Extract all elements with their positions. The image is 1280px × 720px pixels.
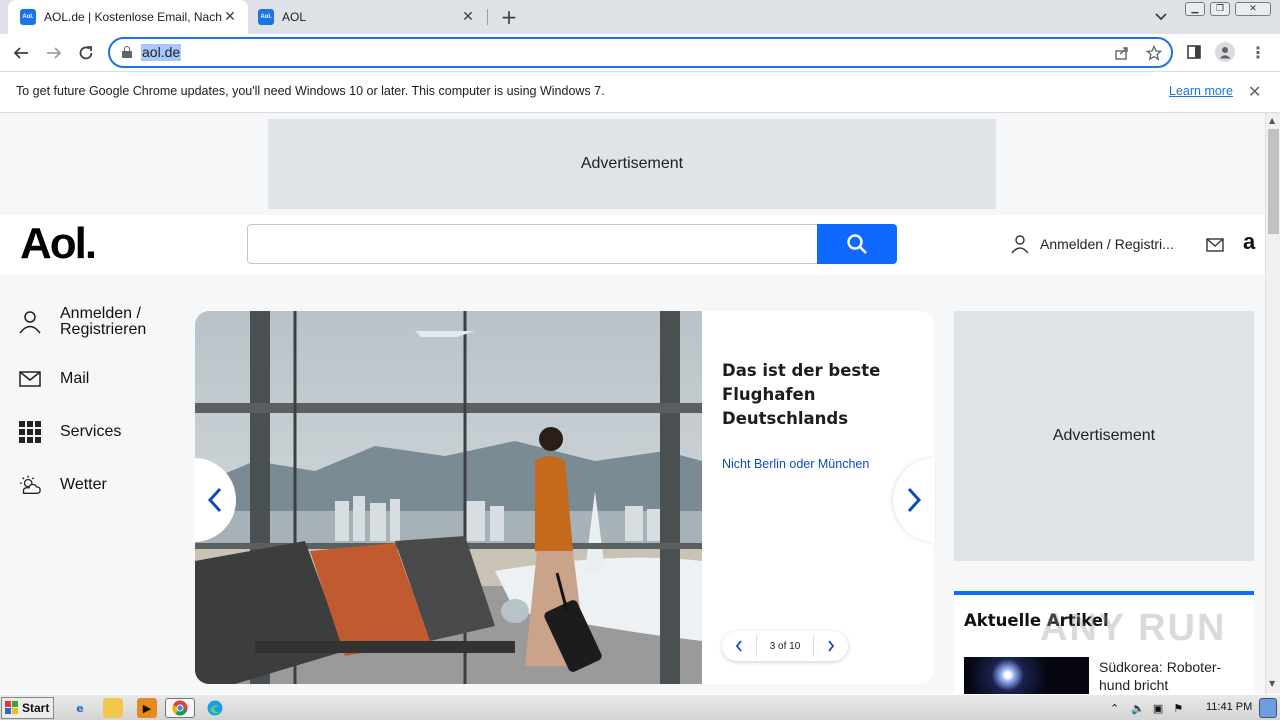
file-explorer-icon[interactable] (103, 698, 123, 718)
sidebar-item-login[interactable]: Anmelden / Registrieren (18, 306, 170, 338)
tab-title: AOL (282, 10, 307, 24)
sidebar-label-weather: Wetter (60, 476, 107, 493)
back-arrow-icon (13, 47, 28, 59)
system-tray: ⌃ 🔈 ▣ ⚑ (1100, 697, 1280, 719)
carousel-pager: 3 of 10 (722, 631, 848, 661)
tab-aol[interactable]: Aol. AOL ✕ (250, 0, 486, 34)
internet-explorer-icon[interactable]: e (70, 698, 90, 718)
menu-kebab-icon[interactable]: ⋮ (1248, 42, 1268, 62)
forward-button[interactable] (42, 41, 66, 65)
address-bar[interactable]: aol.de (108, 37, 1173, 68)
aol-logo[interactable]: Aol. (20, 219, 97, 269)
update-infobar: To get future Google Chrome updates, you… (0, 71, 1280, 113)
learn-more-link[interactable]: Learn more (1169, 84, 1233, 98)
chevron-right-icon (828, 640, 835, 652)
top-advertisement[interactable]: Advertisement (268, 119, 996, 209)
forward-arrow-icon (47, 47, 62, 59)
carousel-headline[interactable]: Das ist der beste Flughafen Deutschlands (722, 359, 912, 431)
chevron-left-icon (207, 487, 222, 513)
windows-logo-icon (5, 701, 18, 714)
side-panel-icon[interactable] (1184, 42, 1204, 62)
infobar-message: To get future Google Chrome updates, you… (16, 84, 605, 98)
close-window-button[interactable]: ✕ (1235, 2, 1271, 16)
sidebar-item-mail[interactable]: Mail (18, 367, 89, 391)
page-scrollbar[interactable]: ▲ ▼ (1265, 113, 1280, 694)
sidebar-label-login: Anmelden / Registrieren (60, 305, 147, 338)
share-icon[interactable] (1113, 44, 1131, 62)
aol-favicon: Aol. (258, 9, 274, 25)
start-button[interactable]: Start (1, 697, 54, 719)
bookmark-star-icon[interactable] (1145, 44, 1163, 62)
close-tab-icon[interactable]: ✕ (222, 9, 238, 25)
sidebar-label-mail: Mail (60, 370, 90, 387)
action-center-flag-icon[interactable]: ⚑ (1173, 702, 1183, 715)
news-carousel: Das ist der beste Flughafen Deutschlands… (195, 311, 934, 684)
header-mail-icon[interactable] (1206, 237, 1224, 256)
scroll-down-arrow-icon[interactable]: ▼ (1269, 679, 1275, 688)
network-icon[interactable]: ▣ (1153, 702, 1163, 715)
anyrun-watermark: ANY RUN (1040, 607, 1227, 649)
back-button[interactable] (9, 41, 33, 65)
pager-count: 3 of 10 (756, 635, 814, 657)
reload-icon (79, 46, 93, 60)
pager-next-button[interactable] (814, 631, 848, 661)
chevron-left-icon (735, 640, 742, 652)
chrome-taskbar-button[interactable] (165, 698, 195, 718)
article-title[interactable]: Südkorea: Roboter-hund bricht (1099, 658, 1239, 694)
tab-title: AOL.de | Kostenlose Email, Nachrichten (44, 10, 222, 24)
search-input[interactable] (247, 224, 818, 264)
reload-button[interactable] (74, 41, 98, 65)
tab-search-chevron-icon[interactable] (1152, 8, 1170, 26)
amazon-icon[interactable]: a (1243, 229, 1255, 255)
scroll-up-arrow-icon[interactable]: ▲ (1269, 116, 1275, 125)
restore-window-button[interactable]: ❐ (1210, 2, 1230, 16)
chevron-right-icon (907, 487, 922, 513)
search-icon (847, 234, 867, 254)
profile-avatar-icon[interactable] (1215, 42, 1235, 62)
infobar-close-icon[interactable]: ✕ (1248, 82, 1261, 101)
tab-separator (487, 9, 488, 25)
show-desktop-icon[interactable] (1259, 698, 1277, 718)
site-header: Aol. Anmelden / Registri... a (0, 215, 1265, 275)
grid-icon (18, 420, 42, 444)
scrollbar-thumb[interactable] (1268, 129, 1279, 234)
aol-favicon: Aol. (20, 9, 36, 25)
tray-expand-icon[interactable]: ⌃ (1110, 702, 1119, 715)
edge-icon[interactable] (205, 698, 225, 718)
volume-icon[interactable]: 🔈 (1131, 702, 1145, 715)
url-text[interactable]: aol.de (141, 44, 182, 61)
new-tab-button[interactable]: + (498, 5, 520, 29)
article-thumbnail[interactable] (964, 657, 1089, 694)
side-advertisement[interactable]: Advertisement (954, 311, 1254, 561)
carousel-photo[interactable] (195, 311, 702, 684)
close-tab-icon[interactable]: ✕ (460, 9, 476, 25)
mail-icon (18, 367, 42, 391)
search-button[interactable] (817, 224, 897, 264)
pager-prev-button[interactable] (722, 631, 756, 661)
windows-taskbar: Start e ▶ ⌃ 🔈 ▣ ⚑ 11:41 PM (0, 694, 1280, 720)
tab-aol-de[interactable]: Aol. AOL.de | Kostenlose Email, Nachrich… (8, 0, 248, 34)
tab-strip: Aol. AOL.de | Kostenlose Email, Nachrich… (0, 0, 1280, 34)
taskbar-clock[interactable]: 11:41 PM (1206, 701, 1252, 713)
carousel-subtitle[interactable]: Nicht Berlin oder München (722, 457, 869, 471)
minimize-window-button[interactable]: ▁ (1185, 2, 1205, 16)
chrome-icon (172, 700, 188, 716)
sidebar-label-services: Services (60, 423, 122, 440)
media-player-icon[interactable]: ▶ (137, 698, 157, 718)
weather-icon (18, 473, 42, 497)
user-icon (1011, 235, 1029, 254)
header-login-label: Anmelden / Registri... (1040, 236, 1174, 252)
sidebar-item-services[interactable]: Services (18, 420, 121, 444)
lock-icon[interactable] (122, 46, 132, 58)
start-label: Start (22, 701, 50, 715)
browser-toolbar: aol.de ⋮ (0, 34, 1280, 71)
user-icon (18, 310, 42, 334)
header-login-link[interactable]: Anmelden / Registri... (1010, 234, 1174, 254)
sidebar-item-weather[interactable]: Wetter (18, 473, 107, 497)
